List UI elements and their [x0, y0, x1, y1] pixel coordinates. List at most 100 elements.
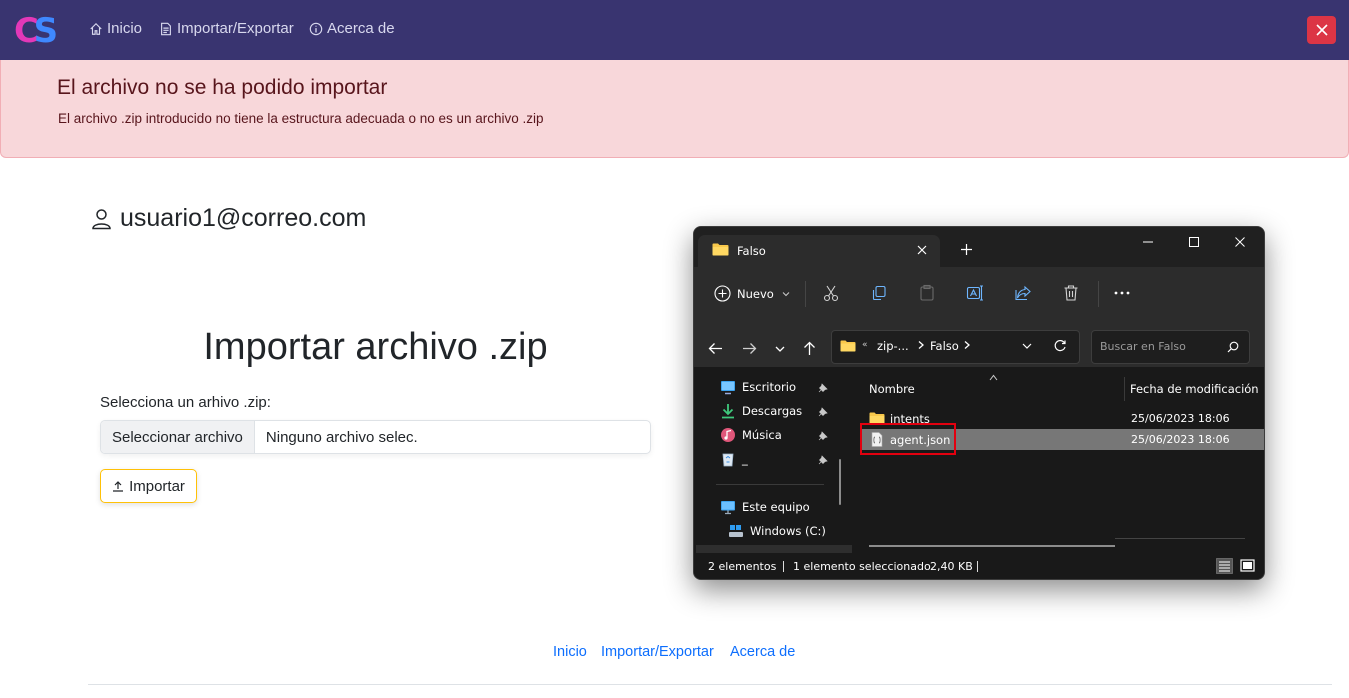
recent-locations-chevron-icon[interactable]: [774, 343, 786, 355]
explorer-titlebar: Falso: [694, 227, 1264, 267]
close-tab-icon[interactable]: [916, 244, 928, 256]
status-item-count: 2 elementos: [708, 560, 777, 573]
toolbar-separator: [805, 281, 806, 307]
column-divider[interactable]: [1124, 377, 1125, 401]
upload-icon: [113, 481, 124, 492]
sidebar-item-label: Descargas: [742, 404, 803, 418]
pin-icon[interactable]: [818, 383, 828, 393]
chevron-down-icon[interactable]: [1022, 342, 1032, 350]
explorer-address-bar-row: « zip-... Falso Buscar en Falso: [694, 319, 1264, 367]
breadcrumb-falso[interactable]: Falso: [930, 339, 959, 353]
search-icon: [1227, 341, 1239, 353]
app-logo[interactable]: CS: [14, 11, 58, 51]
cut-icon[interactable]: [822, 284, 840, 302]
maximize-icon[interactable]: [1188, 236, 1200, 248]
address-overflow-marker[interactable]: «: [862, 340, 868, 350]
up-arrow-icon[interactable]: [802, 341, 817, 356]
new-tab-icon[interactable]: [960, 243, 973, 256]
user-email: usuario1@correo.com: [120, 204, 367, 232]
sidebar-item-universidad[interactable]: [696, 545, 852, 553]
sidebar-item-descargas[interactable]: Descargas: [720, 403, 802, 419]
horizontal-scrollbar[interactable]: [869, 545, 1115, 547]
chevron-down-icon: [782, 291, 790, 296]
drive-icon: [729, 525, 743, 537]
pin-icon[interactable]: [818, 431, 828, 441]
back-arrow-icon[interactable]: [708, 341, 723, 356]
search-input[interactable]: Buscar en Falso: [1091, 330, 1250, 364]
file-date: 25/06/2023 18:06: [1131, 433, 1230, 446]
search-placeholder: Buscar en Falso: [1100, 340, 1186, 353]
document-icon: [161, 22, 171, 35]
sidebar-item-windows-c[interactable]: Windows (C:): [728, 523, 826, 539]
footer-divider: [88, 684, 1332, 685]
download-icon: [722, 404, 734, 419]
logout-close-button[interactable]: [1307, 16, 1336, 44]
more-options-icon[interactable]: [1113, 284, 1131, 302]
folder-icon: [840, 340, 856, 352]
share-icon[interactable]: [1014, 284, 1032, 302]
music-icon: [721, 428, 735, 442]
sort-ascending-icon[interactable]: [989, 374, 998, 381]
pin-icon[interactable]: [818, 455, 828, 465]
sidebar-item-label: Este equipo: [742, 500, 810, 514]
close-icon: [1315, 24, 1328, 36]
sidebar-item-label: Música: [742, 428, 782, 442]
nav-link-importar-exportar[interactable]: Importar/Exportar: [159, 20, 294, 37]
explorer-toolbar: Nuevo: [694, 267, 1264, 319]
top-navbar: CS Inicio Importar/Exportar Acerca de: [0, 0, 1349, 60]
footer-link-inicio[interactable]: Inicio: [553, 644, 587, 660]
breadcrumb-chevron-icon[interactable]: [962, 340, 971, 350]
computer-icon: [721, 501, 735, 515]
footer-link-acerca-de[interactable]: Acerca de: [730, 644, 795, 660]
user-icon: [92, 208, 111, 229]
window-close-icon[interactable]: [1234, 236, 1246, 248]
horizontal-scroll-track: [1115, 538, 1245, 539]
sidebar-item-escritorio[interactable]: Escritorio: [720, 379, 796, 395]
breadcrumb-chevron-icon[interactable]: [916, 340, 925, 350]
new-item-label: Nuevo: [737, 286, 774, 301]
delete-icon[interactable]: [1062, 284, 1080, 302]
paste-icon[interactable]: [918, 284, 936, 302]
user-info: usuario1@correo.com: [91, 204, 366, 233]
forward-arrow-icon[interactable]: [742, 341, 757, 356]
plus-circle-icon: [714, 285, 731, 302]
selection-highlight-box: [860, 423, 956, 455]
select-file-button[interactable]: Seleccionar archivo: [101, 421, 255, 453]
footer-link-importar-exportar[interactable]: Importar/Exportar: [601, 644, 714, 660]
new-item-button[interactable]: Nuevo: [714, 285, 790, 302]
file-date: 25/06/2023 18:06: [1131, 412, 1230, 425]
import-button-label: Importar: [129, 477, 185, 495]
import-button[interactable]: Importar: [100, 469, 197, 503]
sidebar-item-este-equipo[interactable]: Este equipo: [720, 499, 810, 515]
status-selected-count: 1 elemento seleccionado: [793, 560, 931, 573]
rename-icon[interactable]: [966, 284, 984, 302]
details-view-icon[interactable]: [1216, 558, 1233, 574]
sidebar-scrollbar[interactable]: [839, 459, 841, 505]
nav-link-inicio[interactable]: Inicio: [89, 20, 142, 37]
selected-file-name: Ninguno archivo selec.: [265, 428, 418, 446]
recycle-bin-icon: [722, 453, 734, 467]
tiles-view-icon[interactable]: [1239, 558, 1256, 574]
refresh-icon[interactable]: [1053, 339, 1067, 353]
toolbar-separator: [1098, 281, 1099, 307]
pin-icon[interactable]: [818, 407, 828, 417]
error-alert: El archivo no se ha podido importar El a…: [0, 60, 1349, 158]
nav-link-label: Inicio: [107, 20, 143, 37]
nav-link-acerca-de[interactable]: Acerca de: [309, 20, 395, 37]
address-bar[interactable]: « zip-... Falso: [831, 330, 1080, 364]
nav-link-label: Importar/Exportar: [177, 20, 294, 37]
column-header-nombre[interactable]: Nombre: [869, 382, 915, 396]
info-icon: [309, 22, 323, 35]
column-header-fecha[interactable]: Fecha de modificación: [1130, 382, 1259, 396]
copy-icon[interactable]: [870, 284, 888, 302]
alert-title: El archivo no se ha podido importar: [57, 76, 388, 99]
explorer-tab-title: Falso: [737, 244, 766, 258]
explorer-status-bar: 2 elementos 1 elemento seleccionado 2,40…: [694, 553, 1264, 579]
sidebar-item-recycle-bin[interactable]: _: [720, 451, 748, 467]
explorer-tab[interactable]: Falso: [698, 235, 940, 267]
explorer-content: Escritorio Descargas Música _ Este equip…: [694, 367, 1264, 553]
breadcrumb-zip[interactable]: zip-...: [877, 339, 909, 353]
file-input[interactable]: Seleccionar archivo Ninguno archivo sele…: [100, 420, 651, 454]
sidebar-item-musica[interactable]: Música: [720, 427, 782, 443]
minimize-icon[interactable]: [1142, 236, 1154, 248]
